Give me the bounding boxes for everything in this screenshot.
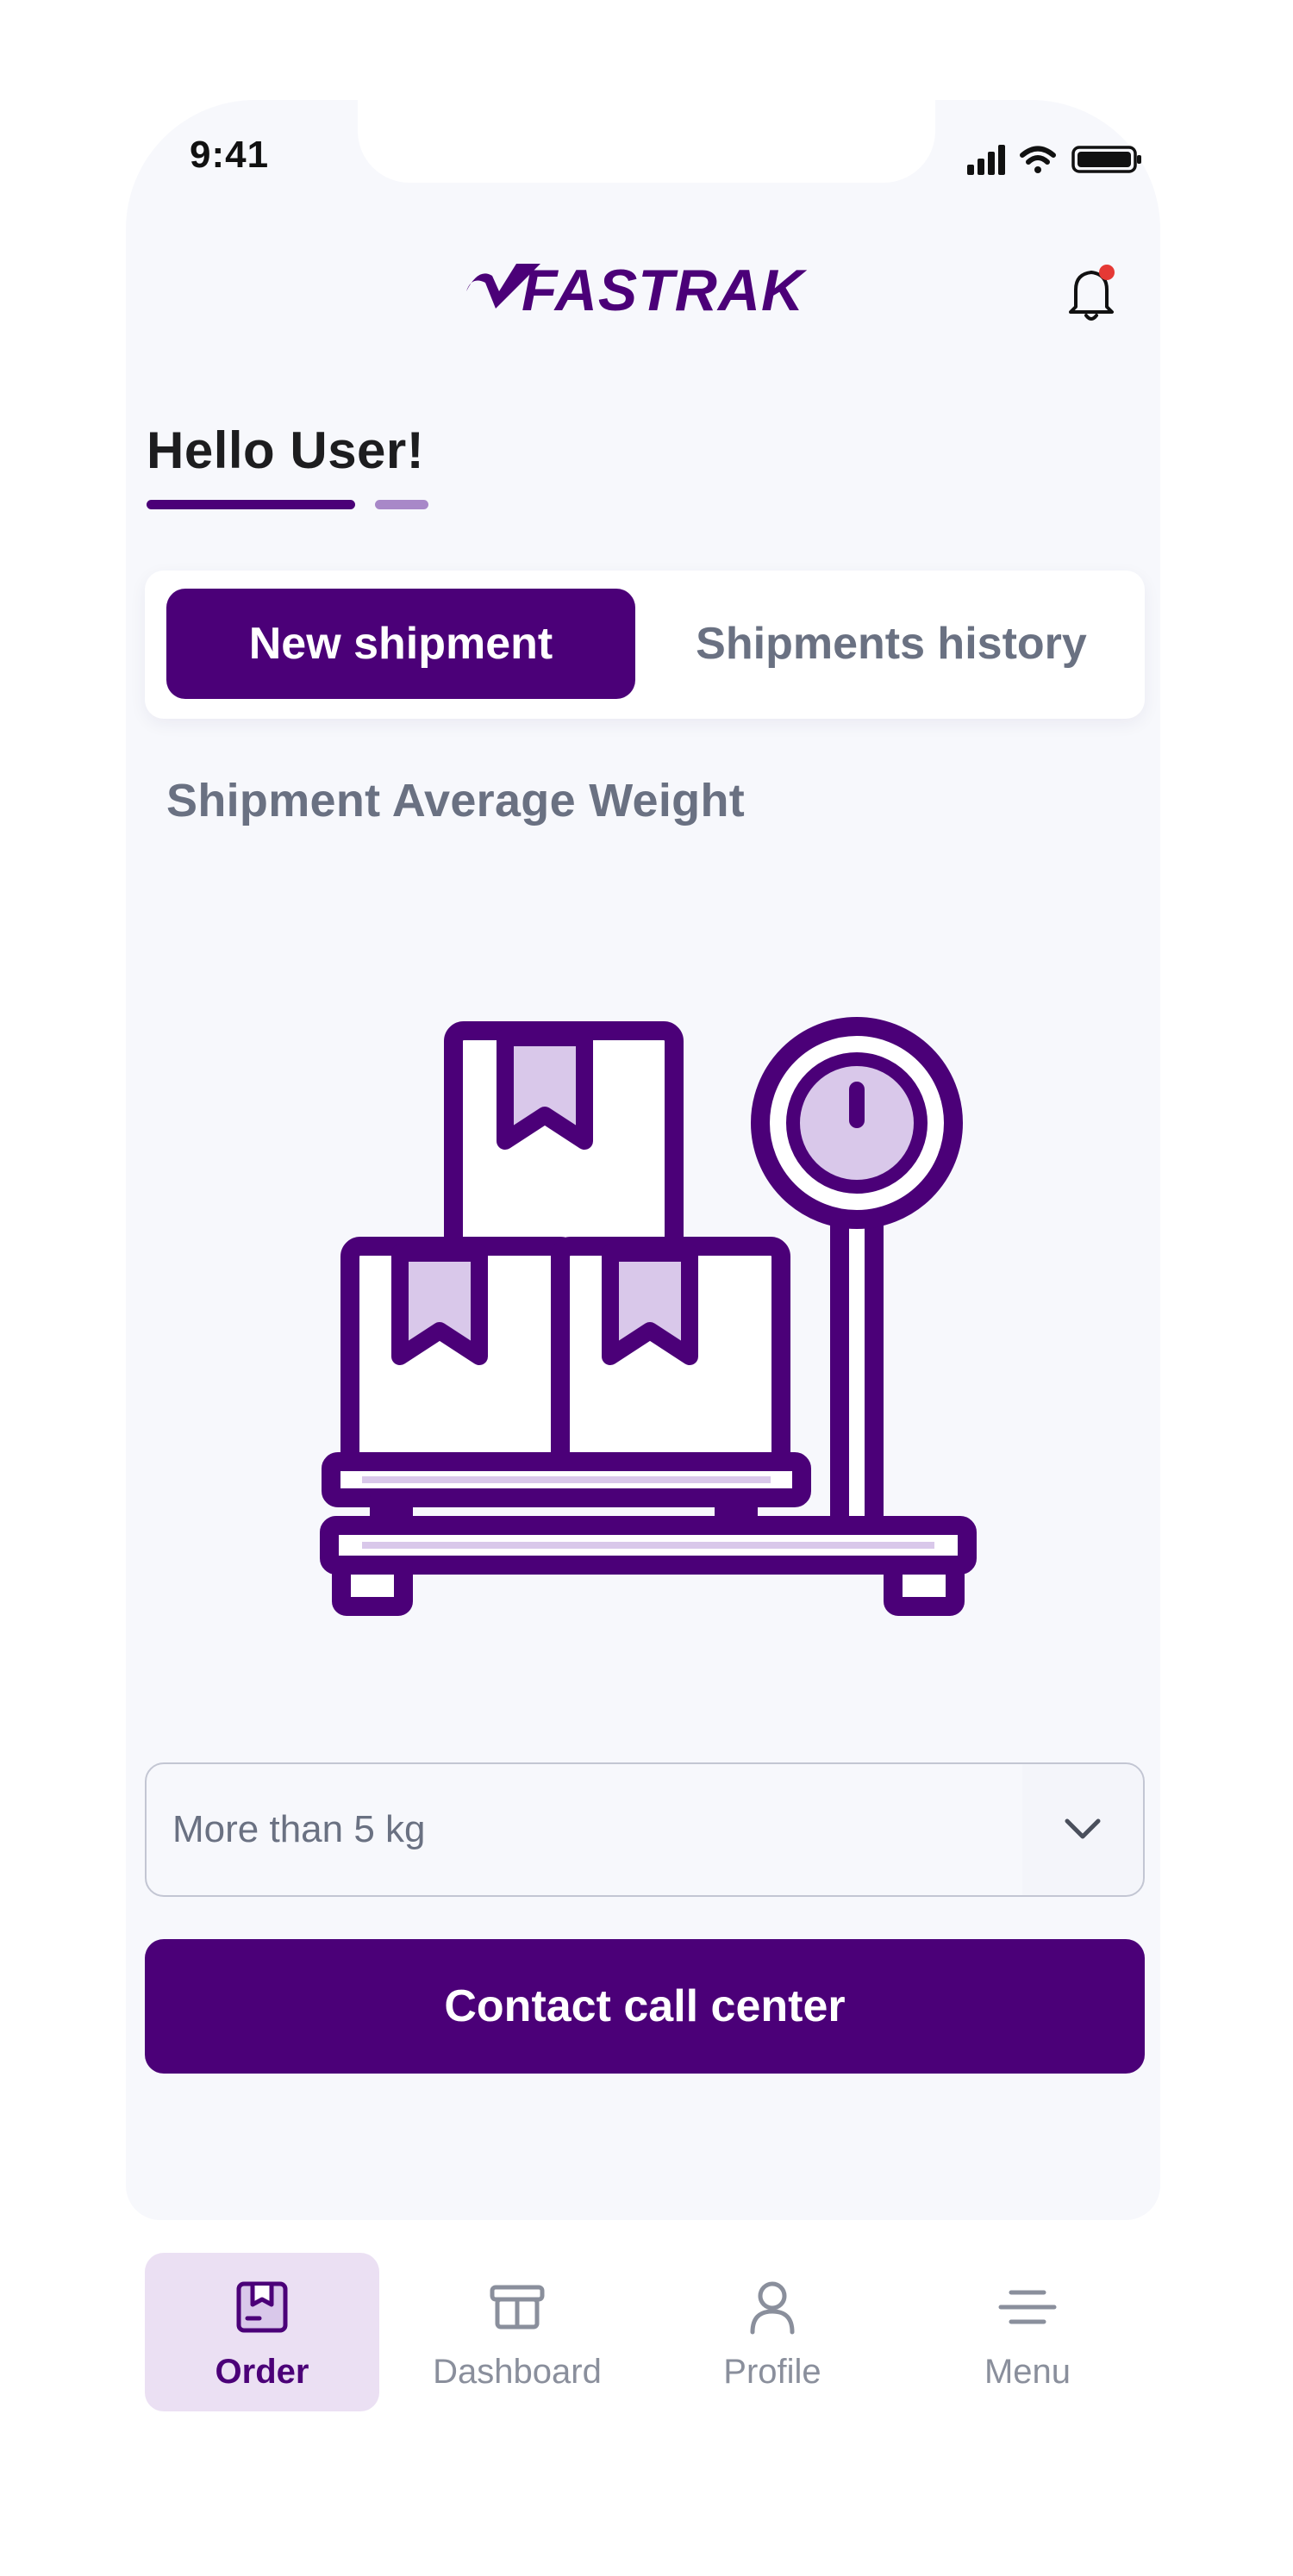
nav-label-profile: Profile xyxy=(723,2353,821,2391)
weight-select-value: More than 5 kg xyxy=(172,1808,426,1850)
shipment-tabs: New shipment Shipments history xyxy=(145,571,1145,719)
section-title: Shipment Average Weight xyxy=(166,775,746,826)
weight-select-toggle[interactable] xyxy=(1022,1764,1143,1895)
greeting-title: Hello User! xyxy=(147,421,425,479)
boxes-on-scale-icon xyxy=(320,1017,977,1616)
bottom-nav: Order Dashboard Profile Menu xyxy=(145,2253,1145,2411)
dashboard-box-icon xyxy=(490,2285,545,2330)
weight-select[interactable]: More than 5 kg xyxy=(145,1762,1145,1897)
status-time: 9:41 xyxy=(190,134,270,176)
nav-item-dashboard[interactable]: Dashboard xyxy=(400,2253,634,2411)
greeting-underline xyxy=(147,500,355,509)
signal-icon xyxy=(967,145,1005,175)
menu-icon xyxy=(998,2290,1057,2324)
nav-item-menu[interactable]: Menu xyxy=(910,2253,1145,2411)
wifi-icon xyxy=(1020,146,1056,173)
nav-item-profile[interactable]: Profile xyxy=(655,2253,890,2411)
bell-icon[interactable] xyxy=(1059,259,1127,327)
status-icons xyxy=(967,145,1141,175)
notification-dot xyxy=(1099,265,1115,280)
order-box-icon xyxy=(236,2281,288,2333)
contact-call-center-button[interactable]: Contact call center xyxy=(145,1939,1145,2074)
profile-icon xyxy=(750,2281,795,2335)
logo-text: FASTRAK xyxy=(522,258,808,323)
nav-item-order[interactable]: Order xyxy=(145,2253,379,2411)
phone-notch xyxy=(358,100,935,183)
brand-logo: FASTRAK xyxy=(466,258,808,323)
tab-new-shipment[interactable]: New shipment xyxy=(166,589,635,699)
nav-label-dashboard: Dashboard xyxy=(433,2353,602,2391)
greeting-underline-accent xyxy=(375,500,428,509)
chevron-down-icon xyxy=(1065,1818,1101,1839)
nav-label-menu: Menu xyxy=(984,2353,1071,2391)
nav-label-order: Order xyxy=(215,2353,309,2391)
battery-icon xyxy=(1071,146,1141,173)
tab-shipments-history[interactable]: Shipments history xyxy=(655,589,1127,699)
